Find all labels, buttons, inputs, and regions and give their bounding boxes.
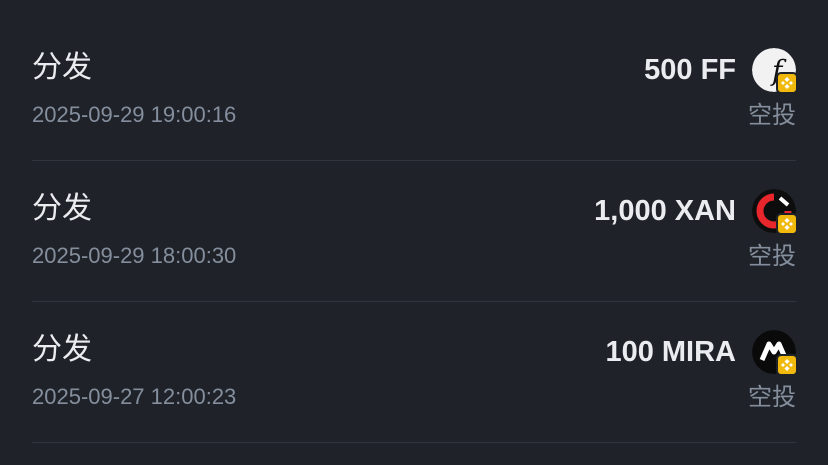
record-amount: 100 MIRA — [605, 336, 736, 368]
list-item[interactable]: 分发 2025-09-29 19:00:16 500 FF f 空投 — [32, 20, 798, 161]
record-amount: 1,000 XAN — [594, 195, 736, 227]
record-time: 2025-09-27 12:00:23 — [32, 384, 237, 409]
bnb-chain-badge-icon — [776, 354, 798, 376]
bnb-chain-badge-icon — [776, 72, 798, 94]
record-time: 2025-09-29 18:00:30 — [32, 243, 237, 268]
bnb-chain-badge-icon — [776, 213, 798, 235]
record-amount: 500 FF — [644, 54, 736, 86]
list-item[interactable]: 分发 2025-09-27 12:00:23 100 MIRA 空投 — [32, 302, 798, 443]
record-time: 2025-09-29 19:00:16 — [32, 102, 237, 127]
record-type-tag: 空投 — [748, 101, 796, 129]
distribution-list: 分发 2025-09-29 19:00:16 500 FF f 空投 分发 20… — [0, 0, 828, 465]
list-item[interactable]: 分发 2025-09-29 18:00:30 1,000 XAN 空投 — [32, 161, 798, 302]
token-icon-wrap — [752, 189, 798, 235]
token-icon-wrap — [752, 330, 798, 376]
record-type-tag: 空投 — [748, 383, 796, 411]
record-type-tag: 空投 — [748, 242, 796, 270]
record-title: 分发 — [32, 191, 92, 226]
token-icon-wrap: f — [752, 48, 798, 94]
record-title: 分发 — [32, 50, 92, 85]
record-title: 分发 — [32, 332, 92, 367]
